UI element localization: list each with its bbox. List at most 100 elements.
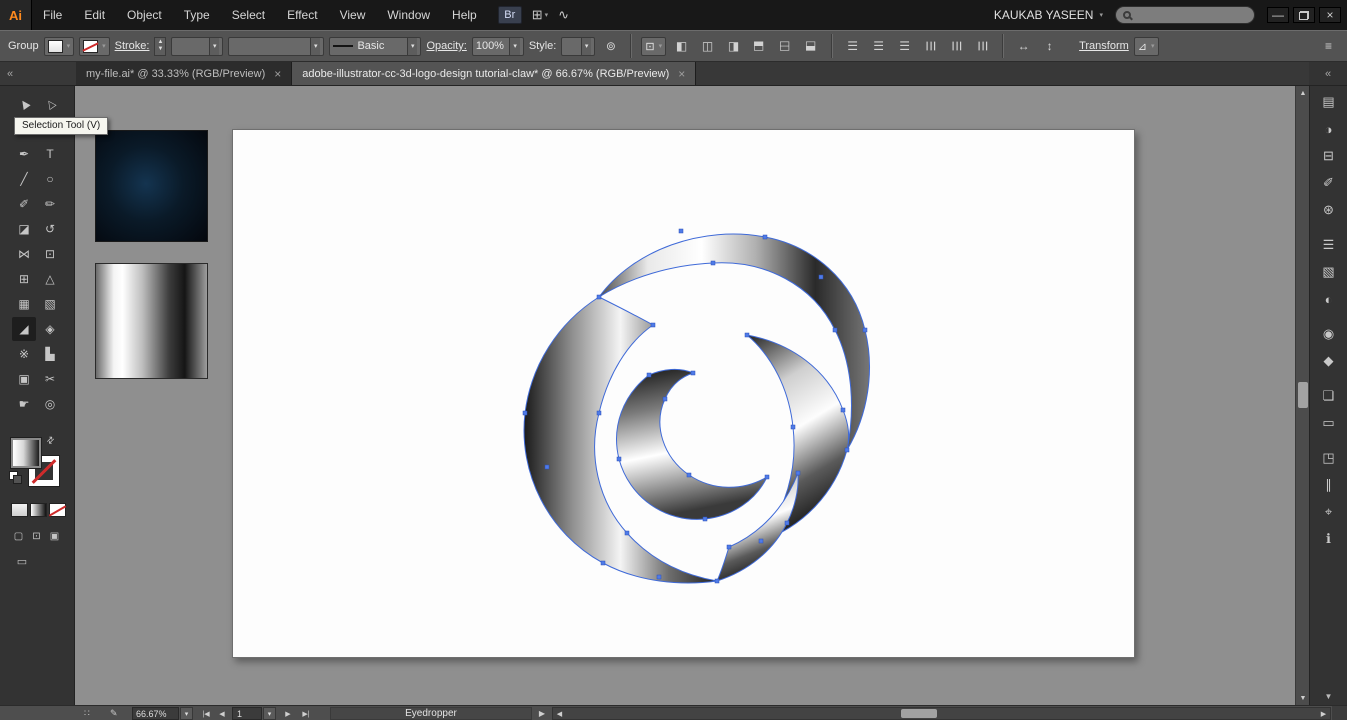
- menu-file[interactable]: File: [32, 0, 73, 30]
- align-to-dropdown[interactable]: ⊡ ▾: [641, 37, 666, 56]
- help-search-box[interactable]: [1115, 6, 1255, 24]
- distribute-horizontal-center-button[interactable]: ☰: [950, 41, 964, 52]
- tool-selection[interactable]: ▶: [12, 92, 36, 116]
- menu-view[interactable]: View: [329, 0, 377, 30]
- brush-definition-dropdown[interactable]: Basic ▾: [329, 37, 421, 56]
- collapse-dock-button[interactable]: «: [1309, 62, 1347, 85]
- align-horizontal-left-button[interactable]: ◧: [671, 36, 692, 56]
- default-fill-stroke-icon[interactable]: [9, 471, 18, 480]
- panel-layers[interactable]: ❏: [1316, 384, 1342, 408]
- status-edit-icon[interactable]: ✎: [110, 706, 118, 720]
- panel-symbols[interactable]: ⊛: [1316, 198, 1342, 222]
- panel-navigator[interactable]: ⌖: [1316, 500, 1342, 524]
- menu-effect[interactable]: Effect: [276, 0, 328, 30]
- transform-panel-link[interactable]: Transform: [1079, 40, 1129, 52]
- minimize-button[interactable]: —: [1267, 7, 1289, 23]
- zoom-level-field[interactable]: 66.67%: [132, 707, 179, 720]
- draw-behind-icon[interactable]: ⊡: [29, 529, 44, 543]
- opacity-panel-link[interactable]: Opacity:: [426, 40, 466, 52]
- horizontal-scrollbar-thumb[interactable]: [901, 709, 937, 718]
- align-vertical-center-button[interactable]: ◫: [779, 40, 793, 51]
- tool-paintbrush[interactable]: ✐: [12, 192, 36, 216]
- panel-info[interactable]: ℹ: [1316, 527, 1342, 551]
- tool-blend[interactable]: ◈: [38, 317, 62, 341]
- tool-pen[interactable]: ✒: [12, 142, 36, 166]
- status-grid-icon[interactable]: ∷: [84, 706, 90, 720]
- first-artboard-button[interactable]: |◀: [198, 706, 214, 720]
- panel-graphic-styles[interactable]: ◆: [1316, 349, 1342, 373]
- artboard-dropdown-button[interactable]: ▾: [263, 707, 276, 720]
- gradient-button[interactable]: [30, 503, 47, 517]
- panel-artboards[interactable]: ▭: [1316, 411, 1342, 435]
- distribute-horizontal-right-button[interactable]: ☰: [976, 41, 990, 52]
- stroke-weight-stepper[interactable]: ▲ ▼: [154, 37, 166, 56]
- tab-logo-design-tutorial[interactable]: adobe-illustrator-cc-3d-logo-design tuto…: [292, 62, 696, 85]
- panel-swatches[interactable]: ⊟: [1316, 144, 1342, 168]
- panel-appearance[interactable]: ◉: [1316, 322, 1342, 346]
- panel-pathfinder[interactable]: ◳: [1316, 446, 1342, 470]
- vertical-scrollbar[interactable]: ▲ ▼: [1295, 86, 1309, 705]
- stroke-panel-link[interactable]: Stroke:: [115, 40, 150, 52]
- stroke-color-dropdown[interactable]: ▾: [79, 37, 110, 56]
- none-button[interactable]: [49, 503, 66, 517]
- panel-transparency[interactable]: ◐: [1316, 287, 1342, 311]
- align-vertical-top-button[interactable]: ◧: [753, 40, 767, 51]
- horizontal-scrollbar[interactable]: ◀ ▶: [552, 707, 1331, 720]
- menu-help[interactable]: Help: [441, 0, 488, 30]
- placed-image-metal-gradient[interactable]: [95, 263, 208, 379]
- dock-scroll-down-icon[interactable]: ▼: [1325, 692, 1333, 701]
- distribute-space-vertical-button[interactable]: ↕: [1039, 36, 1060, 56]
- scroll-down-icon[interactable]: ▼: [1296, 691, 1309, 705]
- tab-my-file[interactable]: my-file.ai* @ 33.33% (RGB/Preview) ×: [76, 62, 292, 85]
- tool-type[interactable]: T: [38, 142, 62, 166]
- tool-pencil[interactable]: ✏: [38, 192, 62, 216]
- tool-gradient[interactable]: ▧: [38, 292, 62, 316]
- tool-shape-builder[interactable]: ⊞: [12, 267, 36, 291]
- fill-color-dropdown[interactable]: ▾: [44, 37, 75, 56]
- draw-normal-icon[interactable]: ▢: [11, 529, 26, 543]
- scroll-up-icon[interactable]: ▲: [1296, 86, 1309, 100]
- placed-image-dark-radial[interactable]: [95, 130, 208, 242]
- last-artboard-button[interactable]: ▶|: [298, 706, 314, 720]
- next-artboard-button[interactable]: ▶: [282, 706, 294, 720]
- zoom-dropdown-button[interactable]: ▾: [180, 707, 193, 720]
- tool-zoom[interactable]: ◎: [38, 392, 62, 416]
- previous-artboard-button[interactable]: ◀: [216, 706, 228, 720]
- menu-window[interactable]: Window: [376, 0, 441, 30]
- tool-eraser[interactable]: ◪: [12, 217, 36, 241]
- tool-symbol-sprayer[interactable]: ※: [12, 342, 36, 366]
- claw-paths[interactable]: [524, 234, 869, 583]
- tool-artboard[interactable]: ▣: [12, 367, 36, 391]
- vertical-scrollbar-thumb[interactable]: [1298, 382, 1308, 408]
- collapse-tool-panel-button[interactable]: «: [0, 62, 76, 85]
- distribute-vertical-top-button[interactable]: ☰: [842, 36, 863, 56]
- cs-live-button[interactable]: ∿: [558, 7, 569, 23]
- panel-gradient[interactable]: ▧: [1316, 260, 1342, 284]
- tool-ellipse[interactable]: ○: [38, 167, 62, 191]
- close-button[interactable]: ×: [1319, 7, 1341, 23]
- menu-select[interactable]: Select: [221, 0, 276, 30]
- restore-button[interactable]: [1293, 7, 1315, 23]
- recolor-artwork-button[interactable]: ⊚: [600, 36, 621, 56]
- tool-rotate[interactable]: ↺: [38, 217, 62, 241]
- screen-mode-button[interactable]: ▭: [11, 554, 33, 569]
- artboard[interactable]: [232, 129, 1135, 658]
- panel-align[interactable]: ∥: [1316, 473, 1342, 497]
- illustrator-app-icon[interactable]: Ai: [0, 0, 32, 30]
- tool-free-transform[interactable]: ⊡: [38, 242, 62, 266]
- align-horizontal-right-button[interactable]: ◨: [723, 36, 744, 56]
- tool-mesh[interactable]: ▦: [12, 292, 36, 316]
- draw-inside-icon[interactable]: ▣: [47, 529, 62, 543]
- menu-object[interactable]: Object: [116, 0, 173, 30]
- distribute-horizontal-left-button[interactable]: ☰: [924, 41, 938, 52]
- artboard-number-field[interactable]: 1: [232, 707, 262, 720]
- graphic-style-dropdown[interactable]: ▾: [561, 37, 595, 56]
- variable-width-profile-dropdown[interactable]: ▾: [228, 37, 324, 56]
- swap-fill-stroke-icon[interactable]: ⇄: [44, 434, 57, 447]
- align-vertical-bottom-button[interactable]: ◨: [805, 40, 819, 51]
- distribute-vertical-center-button[interactable]: ☰: [868, 36, 889, 56]
- panel-color-guide[interactable]: ◑: [1316, 117, 1342, 141]
- transform-options-dropdown[interactable]: ⊿ ▾: [1134, 37, 1159, 56]
- stroke-weight-dropdown[interactable]: ▾: [171, 37, 223, 56]
- close-icon[interactable]: ×: [678, 67, 685, 81]
